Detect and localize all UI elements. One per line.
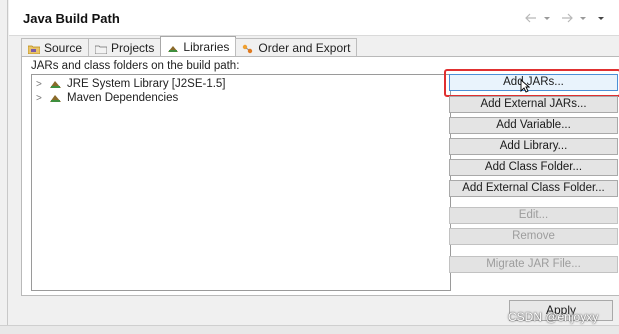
tab-label: Source [44,40,83,55]
left-strip [0,0,8,334]
edit-button[interactable]: Edit... [449,207,618,224]
source-folder-icon [27,43,41,54]
forward-arrow-icon[interactable] [561,12,573,23]
add-external-class-folder-button[interactable]: Add External Class Folder... [449,180,618,197]
page-title: Java Build Path [23,11,120,26]
add-class-folder-button[interactable]: Add Class Folder... [449,159,618,176]
migrate-jar-button[interactable]: Migrate JAR File... [449,256,618,273]
view-menu-icon[interactable] [597,12,609,22]
mouse-cursor-icon [520,79,531,93]
tab-order-export[interactable]: Order and Export [235,38,358,56]
tab-label: Projects [111,40,155,55]
tab-libraries[interactable]: Libraries [160,36,237,56]
build-path-tabs: Source Projects Libraries Order and Expo… [21,36,358,56]
build-path-caption: JARs and class folders on the build path… [31,60,240,72]
tab-label: Order and Export [258,40,351,55]
expand-chevron-icon[interactable]: > [36,93,44,104]
add-external-jars-button[interactable]: Add External JARs... [449,96,618,113]
tab-projects[interactable]: Projects [88,38,162,56]
tree-item-maven[interactable]: > Maven Dependencies [36,91,178,105]
tree-item-jre[interactable]: > JRE System Library [J2SE-1.5] [36,77,226,91]
tab-source[interactable]: Source [21,38,90,56]
tab-label: Libraries [183,39,230,54]
properties-panel: Java Build Path Source Projects Librarie… [9,0,619,334]
expand-chevron-icon[interactable]: > [36,79,44,90]
library-icon [49,93,62,103]
history-nav [525,12,609,23]
library-icon [49,79,62,89]
add-library-button[interactable]: Add Library... [449,138,618,155]
tree-item-label: Maven Dependencies [67,92,179,104]
add-jars-button[interactable]: Add JARs... [449,74,618,91]
order-export-icon [242,43,254,53]
library-tree[interactable]: > JRE System Library [J2SE-1.5] > Maven … [31,74,451,291]
back-arrow-icon[interactable] [525,12,537,23]
watermark: CSDN @enjoyxy [508,310,599,324]
remove-button[interactable]: Remove [449,228,618,245]
page-header: Java Build Path [9,0,619,36]
forward-dropdown-icon[interactable] [579,12,591,22]
add-variable-button[interactable]: Add Variable... [449,117,618,134]
tree-item-label: JRE System Library [J2SE-1.5] [67,78,226,90]
projects-icon [94,43,108,54]
back-dropdown-icon[interactable] [543,12,555,22]
bottom-bar [0,325,619,334]
libraries-icon [167,42,179,52]
